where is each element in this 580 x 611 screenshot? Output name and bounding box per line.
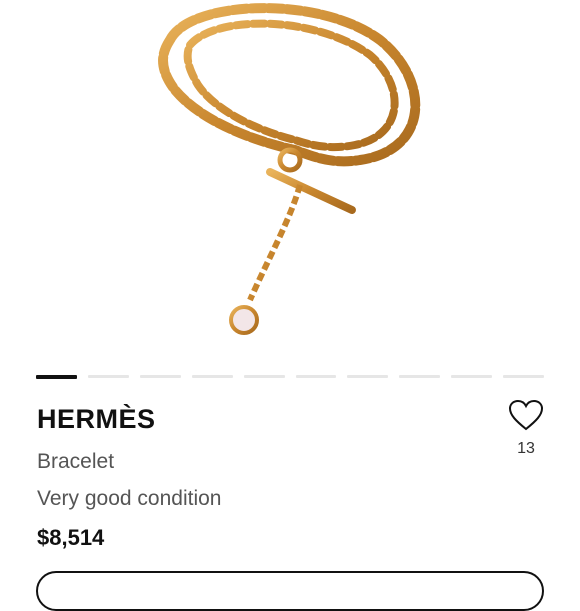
carousel-dot[interactable]: [399, 375, 441, 378]
action-button[interactable]: [36, 571, 544, 611]
product-price: $8,514: [37, 525, 105, 550]
product-image[interactable]: [0, 0, 580, 360]
carousel-dot-active[interactable]: [36, 375, 77, 379]
like-button[interactable]: [505, 396, 547, 434]
product-brand[interactable]: HERMÈS: [37, 404, 156, 435]
product-condition: Very good condition: [37, 487, 222, 510]
carousel-dot[interactable]: [347, 375, 389, 378]
like-count: 13: [517, 440, 535, 457]
carousel-dot[interactable]: [295, 375, 337, 378]
carousel-dot[interactable]: [87, 375, 129, 378]
heart-outline-icon: [508, 399, 544, 431]
image-carousel-indicator: [36, 375, 545, 379]
product-category: Bracelet: [37, 450, 115, 473]
carousel-dot[interactable]: [503, 375, 545, 378]
carousel-dot[interactable]: [191, 375, 233, 378]
carousel-dot[interactable]: [451, 375, 493, 378]
bracelet-photo: [158, 3, 421, 335]
carousel-dot[interactable]: [243, 375, 285, 378]
carousel-dot[interactable]: [139, 375, 181, 378]
